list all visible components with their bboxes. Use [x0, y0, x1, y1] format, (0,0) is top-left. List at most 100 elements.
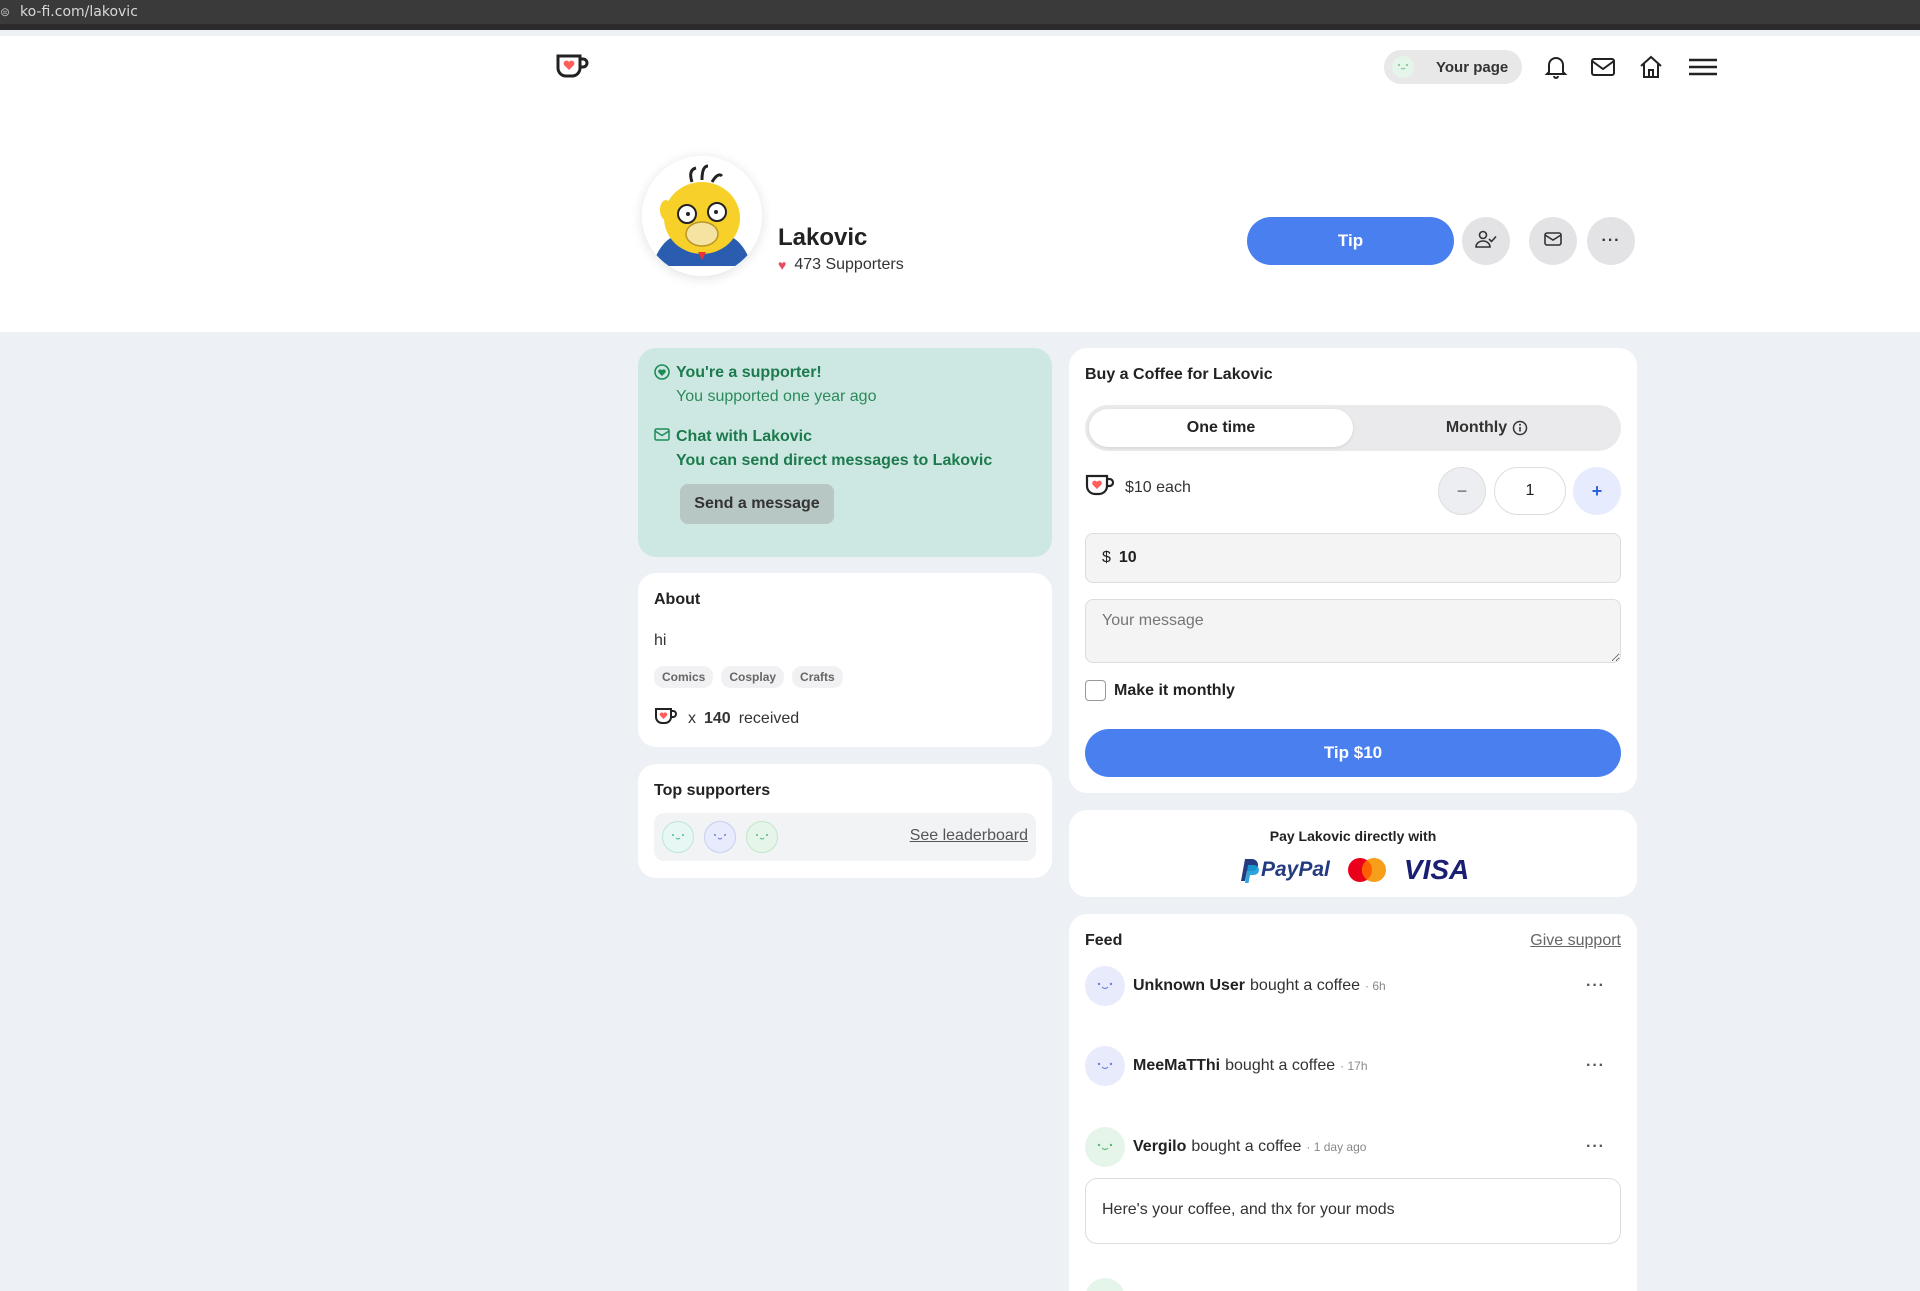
- kofi-logo-icon[interactable]: [555, 52, 589, 83]
- feed-time: · 1 day ago: [1306, 1140, 1367, 1154]
- feed-item: MeeMaTThi bought a coffee · 17h ···: [1085, 1046, 1621, 1086]
- amount-value: 10: [1118, 549, 1137, 566]
- more-options-button[interactable]: ···: [1587, 217, 1635, 265]
- profile-name: Lakovic: [778, 224, 868, 251]
- feed-user-name[interactable]: MeeMaTThi: [1133, 1057, 1220, 1075]
- increase-quantity-button[interactable]: +: [1573, 467, 1621, 515]
- give-support-link[interactable]: Give support: [1530, 932, 1621, 950]
- your-page-label: Your page: [1436, 58, 1509, 76]
- tag-crafts[interactable]: Crafts: [792, 666, 843, 688]
- info-icon[interactable]: [1512, 420, 1528, 436]
- profile-avatar: [642, 156, 762, 276]
- received-label: received: [738, 709, 800, 727]
- chat-title: Chat with Lakovic: [676, 428, 813, 445]
- send-message-button[interactable]: Send a message: [680, 484, 834, 524]
- paypal-wordmark: PayPal: [1261, 858, 1330, 881]
- bell-icon[interactable]: [1544, 54, 1568, 80]
- feed-action: bought a coffee: [1191, 1138, 1302, 1155]
- about-text: hi: [654, 632, 667, 649]
- tip-button[interactable]: Tip: [1247, 217, 1454, 265]
- browser-url-bar[interactable]: ⊜ ko-fi.com/lakovic: [0, 0, 1920, 30]
- message-textarea[interactable]: [1085, 599, 1621, 663]
- heart-icon: ♥: [778, 257, 787, 273]
- menu-icon[interactable]: [1688, 58, 1718, 76]
- pay-direct-title: Pay Lakovic directly with: [1269, 828, 1437, 844]
- supporters-count: ♥ 473 Supporters: [778, 256, 904, 274]
- tab-one-time[interactable]: One time: [1089, 409, 1353, 447]
- feed-title: Feed: [1085, 932, 1123, 949]
- user-check-icon: [1475, 230, 1497, 253]
- supporter-subtitle: You supported one year ago: [676, 388, 877, 405]
- top-supporters-title: Top supporters: [654, 782, 771, 799]
- feed-user-name[interactable]: Vergilo: [1133, 1138, 1186, 1156]
- feed-more-icon[interactable]: ···: [1586, 1138, 1605, 1156]
- home-icon[interactable]: [1638, 55, 1664, 79]
- supporter-avatar[interactable]: [746, 821, 778, 853]
- supporters-count-label: 473 Supporters: [794, 256, 904, 273]
- amount-input[interactable]: $ 10: [1085, 533, 1621, 583]
- pay-direct-card: Pay Lakovic directly with PayPal VISA: [1069, 810, 1637, 897]
- submit-tip-button[interactable]: Tip $10: [1085, 729, 1621, 777]
- make-monthly-label: Make it monthly: [1114, 681, 1235, 699]
- tag-list: Comics Cosplay Crafts: [654, 666, 851, 688]
- follow-button[interactable]: [1462, 217, 1510, 265]
- your-page-button[interactable]: Your page: [1384, 50, 1522, 84]
- decrease-quantity-button[interactable]: −: [1438, 467, 1486, 515]
- price-row: $10 each: [1085, 474, 1191, 501]
- feed-avatar[interactable]: [1085, 1127, 1125, 1167]
- feed-more-icon[interactable]: ···: [1586, 1057, 1605, 1075]
- feed-card: Feed Give support Unknown User bought a …: [1069, 914, 1637, 1291]
- mail-icon: [654, 428, 676, 470]
- tab-monthly-label: Monthly: [1445, 419, 1508, 436]
- about-title: About: [654, 591, 701, 608]
- user-avatar: [1392, 56, 1414, 78]
- supporter-status-card: You're a supporter! You supported one ye…: [638, 348, 1052, 557]
- mail-icon: [1544, 231, 1562, 251]
- feed-item: Unknown User bought a coffee · 6h ···: [1085, 966, 1621, 1006]
- tag-comics[interactable]: Comics: [654, 666, 714, 688]
- url-text[interactable]: ko-fi.com/lakovic: [20, 4, 138, 20]
- quantity-field[interactable]: 1: [1494, 467, 1566, 515]
- heart-circle-icon: [654, 364, 676, 406]
- site-info-icon[interactable]: ⊜: [0, 5, 10, 19]
- currency-symbol: $: [1102, 549, 1111, 566]
- feed-more-icon[interactable]: ···: [1586, 977, 1605, 995]
- supporter-avatar[interactable]: [704, 821, 736, 853]
- feed-action: bought a coffee: [1225, 1057, 1336, 1074]
- received-x: x: [688, 709, 696, 727]
- price-each: $10 each: [1125, 478, 1191, 496]
- feed-avatar[interactable]: [1085, 1046, 1125, 1086]
- mail-icon[interactable]: [1590, 57, 1616, 77]
- coffees-received: x 140 received: [654, 707, 799, 730]
- about-card: About hi Comics Cosplay Crafts x 140 recei…: [638, 573, 1052, 747]
- chat-subtitle: You can send direct messages to Lakovic: [676, 452, 993, 469]
- top-supporters-card: Top supporters See leaderboard: [638, 764, 1052, 878]
- supporter-avatar[interactable]: [662, 821, 694, 853]
- buy-title: Buy a Coffee for Lakovic: [1085, 366, 1273, 383]
- top-nav: Your page: [1384, 50, 1718, 84]
- feed-message: Here's your coffee, and thx for your mod…: [1085, 1178, 1621, 1244]
- make-monthly-checkbox[interactable]: Make it monthly: [1085, 680, 1235, 701]
- supporter-title: You're a supporter!: [676, 364, 822, 381]
- more-icon: ···: [1601, 232, 1621, 249]
- tab-monthly[interactable]: Monthly: [1357, 409, 1617, 447]
- profile-header: Your page: [0, 36, 1920, 332]
- received-count: 140: [704, 709, 731, 727]
- tag-cosplay[interactable]: Cosplay: [721, 666, 785, 688]
- buy-coffee-card: Buy a Coffee for Lakovic One time Monthl…: [1069, 348, 1637, 793]
- payment-logos: PayPal VISA: [1237, 854, 1469, 886]
- feed-avatar[interactable]: [1085, 966, 1125, 1006]
- coffee-cup-icon: [1085, 474, 1115, 501]
- frequency-toggle: One time Monthly: [1085, 405, 1621, 451]
- feed-time: · 17h: [1340, 1059, 1368, 1073]
- visa-logo: VISA: [1403, 854, 1470, 885]
- message-button[interactable]: [1529, 217, 1577, 265]
- feed-time: · 6h: [1365, 979, 1386, 993]
- checkbox-box[interactable]: [1085, 680, 1106, 701]
- see-leaderboard-link[interactable]: See leaderboard: [910, 827, 1028, 845]
- feed-user-name[interactable]: Unknown User: [1133, 977, 1245, 995]
- mastercard-logo: [1346, 857, 1388, 883]
- paypal-logo: PayPal: [1237, 857, 1330, 883]
- supporters-bar: See leaderboard: [654, 813, 1036, 861]
- feed-avatar[interactable]: [1085, 1278, 1125, 1291]
